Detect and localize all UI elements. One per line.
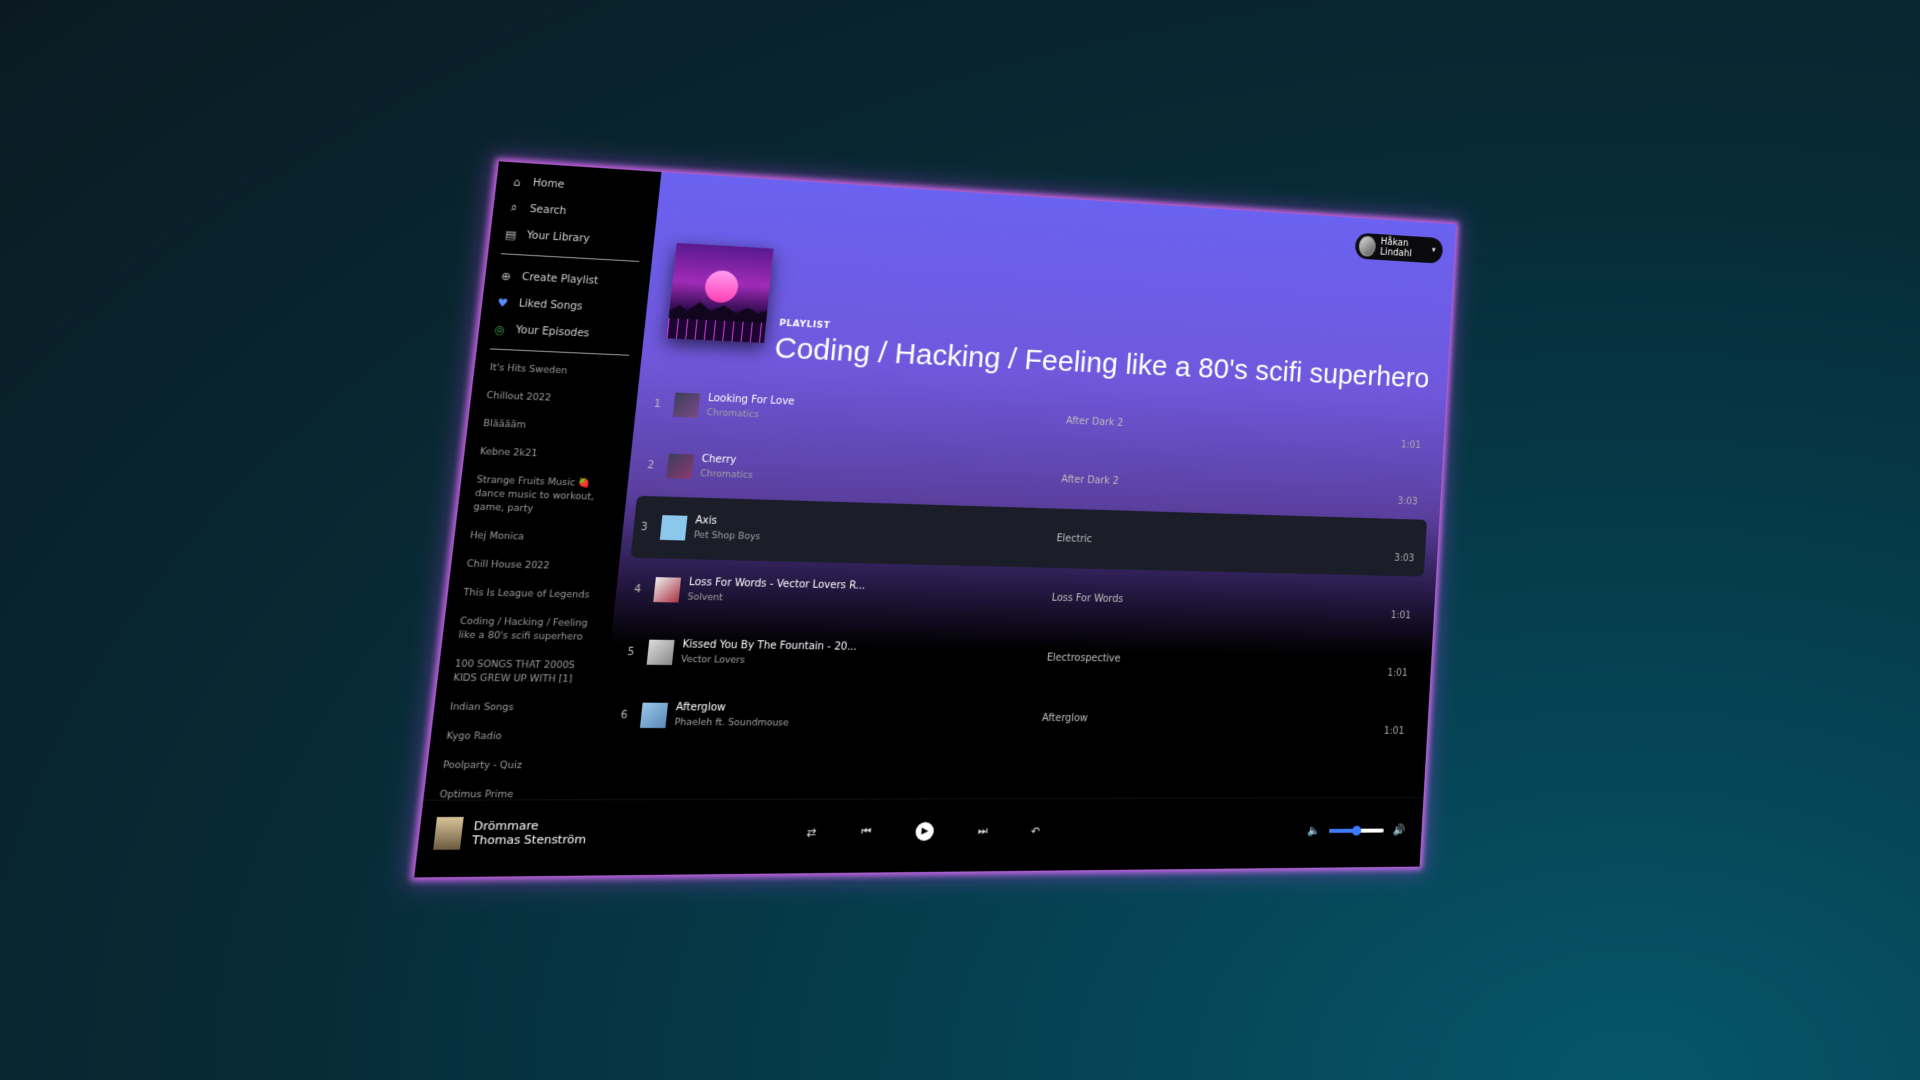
- track-thumbnail: [640, 703, 668, 728]
- volume-control: 🔈 🔊: [1307, 824, 1405, 837]
- home-icon: ⌂: [509, 175, 525, 189]
- playlist-item[interactable]: This Is League of Legends: [462, 587, 603, 603]
- volume-slider[interactable]: [1329, 828, 1384, 832]
- track-list: 1 Looking For Love Chromatics After Dark…: [599, 373, 1445, 750]
- track-duration: 3:03: [1394, 553, 1415, 564]
- track-thumbnail: [660, 515, 688, 540]
- track-info: Cherry Chromatics: [699, 452, 1003, 492]
- track-info: Loss For Words - Vector Lovers R... Solv…: [687, 575, 993, 612]
- repeat-icon[interactable]: ↶: [1030, 824, 1040, 837]
- play-button[interactable]: ▶: [915, 822, 935, 841]
- track-duration: 1:01: [1391, 610, 1412, 621]
- playlist-view: Håkan Lindahl ▾ PLAYLIST Coding / Hackin…: [594, 172, 1457, 800]
- sidebar-item-label: Liked Songs: [518, 298, 583, 312]
- track-album[interactable]: Afterglow: [1042, 712, 1089, 723]
- track-album[interactable]: After Dark 2: [1066, 415, 1124, 428]
- playlist-item[interactable]: Hej Monica: [469, 530, 610, 547]
- playlist-item[interactable]: It's Hits Sweden: [489, 362, 628, 381]
- sidebar-item-label: Create Playlist: [521, 271, 598, 286]
- playlist-cover-image: [667, 243, 774, 343]
- chevron-down-icon: ▾: [1431, 246, 1435, 255]
- track-duration: 3:03: [1397, 496, 1417, 507]
- track-album[interactable]: Electric: [1056, 533, 1092, 545]
- playlist-item[interactable]: Chillout 2022: [486, 390, 625, 409]
- track-number: 6: [613, 709, 636, 721]
- track-number: 3: [633, 521, 655, 533]
- volume-high-icon[interactable]: 🔊: [1393, 824, 1406, 837]
- sidebar-item-label: Home: [532, 177, 564, 190]
- library-icon: ▤: [503, 227, 519, 241]
- volume-knob[interactable]: [1352, 825, 1362, 835]
- plus-circle-icon: ⊕: [498, 269, 515, 283]
- next-icon[interactable]: ⏭: [977, 824, 988, 838]
- cover-grid: [667, 318, 767, 343]
- track-number: 1: [646, 398, 668, 410]
- playlist-item[interactable]: Kebne 2k21: [479, 446, 619, 464]
- playlist-item[interactable]: Poolparty - Quiz: [442, 759, 585, 773]
- playlist-item[interactable]: Chill House 2022: [466, 558, 607, 575]
- track-duration: 1:01: [1387, 668, 1408, 679]
- track-info: Looking For Love Chromatics: [706, 391, 1008, 433]
- sidebar-nav: ⌂ Home ⌕ Search ▤ Your Library: [489, 161, 662, 255]
- track-album[interactable]: Electrospective: [1046, 652, 1120, 664]
- divider: [490, 348, 629, 355]
- track-row[interactable]: 5 Kissed You By The Fountain - 20... Vec…: [617, 620, 1420, 691]
- playback-controls: ⇄ ⏮ ▶ ⏭ ↶: [806, 822, 1041, 842]
- avatar: [1358, 236, 1376, 257]
- playlist-item[interactable]: Coding / Hacking / Feeling like a 80's s…: [457, 615, 600, 645]
- track-duration: 1:01: [1384, 726, 1405, 737]
- previous-icon[interactable]: ⏮: [860, 824, 871, 839]
- track-thumbnail: [666, 454, 694, 479]
- playlist-item[interactable]: Blääääm: [482, 418, 621, 437]
- playlist-item[interactable]: Indian Songs: [449, 701, 591, 716]
- now-playing-title[interactable]: Drömmare: [473, 819, 588, 834]
- track-artist[interactable]: Phaeleh ft. Soundmouse: [674, 715, 982, 732]
- now-playing-artist[interactable]: Thomas Stenström: [471, 832, 587, 847]
- volume-low-icon[interactable]: 🔈: [1307, 824, 1320, 837]
- track-album[interactable]: After Dark 2: [1061, 474, 1119, 487]
- shuffle-icon[interactable]: ⇄: [806, 825, 817, 839]
- track-info: Afterglow Phaeleh ft. Soundmouse: [674, 700, 983, 733]
- rss-icon: ◎: [491, 322, 508, 336]
- music-app-window: ⌂ Home ⌕ Search ▤ Your Library ⊕ Create …: [414, 161, 1456, 877]
- playlist-item[interactable]: Strange Fruits Music 🍓 dance music to wo…: [472, 474, 615, 519]
- search-icon: ⌕: [506, 200, 523, 215]
- track-duration: 1:01: [1401, 440, 1421, 451]
- track-artist[interactable]: Vector Lovers: [680, 653, 986, 672]
- track-thumbnail: [647, 640, 675, 665]
- user-name: Håkan Lindahl: [1380, 237, 1433, 260]
- heart-icon: ♥: [495, 296, 512, 310]
- sidebar-item-label: Search: [529, 203, 567, 216]
- sidebar-item-label: Your Episodes: [515, 324, 590, 339]
- track-row[interactable]: 6 Afterglow Phaeleh ft. Soundmouse After…: [610, 683, 1417, 749]
- track-number: 4: [626, 583, 648, 595]
- track-thumbnail: [673, 392, 700, 417]
- track-album[interactable]: Loss For Words: [1051, 592, 1123, 604]
- cover-sun: [704, 270, 740, 304]
- divider: [501, 253, 639, 262]
- track-info: Axis Pet Shop Boys: [693, 513, 998, 552]
- now-playing-art: [433, 817, 464, 850]
- track-number: 2: [640, 459, 662, 471]
- track-number: 5: [620, 646, 642, 658]
- stage: ⌂ Home ⌕ Search ▤ Your Library ⊕ Create …: [0, 0, 1920, 1080]
- now-playing-info: Drömmare Thomas Stenström: [471, 819, 588, 848]
- playlist-item[interactable]: Kygo Radio: [446, 730, 589, 745]
- sidebar-item-label: Your Library: [526, 230, 590, 245]
- player-bar: Drömmare Thomas Stenström ⇄ ⏮ ▶ ⏭ ↶ 🔈 🔊: [414, 797, 1423, 877]
- user-menu-button[interactable]: Håkan Lindahl ▾: [1355, 233, 1444, 264]
- playlist-type-label: PLAYLIST: [779, 319, 831, 331]
- playlist-item[interactable]: 100 SONGS THAT 2000S KIDS GREW UP WITH […: [452, 658, 596, 687]
- track-info: Kissed You By The Fountain - 20... Vecto…: [680, 637, 988, 672]
- track-thumbnail: [653, 577, 681, 602]
- now-playing: Drömmare Thomas Stenström: [433, 816, 588, 849]
